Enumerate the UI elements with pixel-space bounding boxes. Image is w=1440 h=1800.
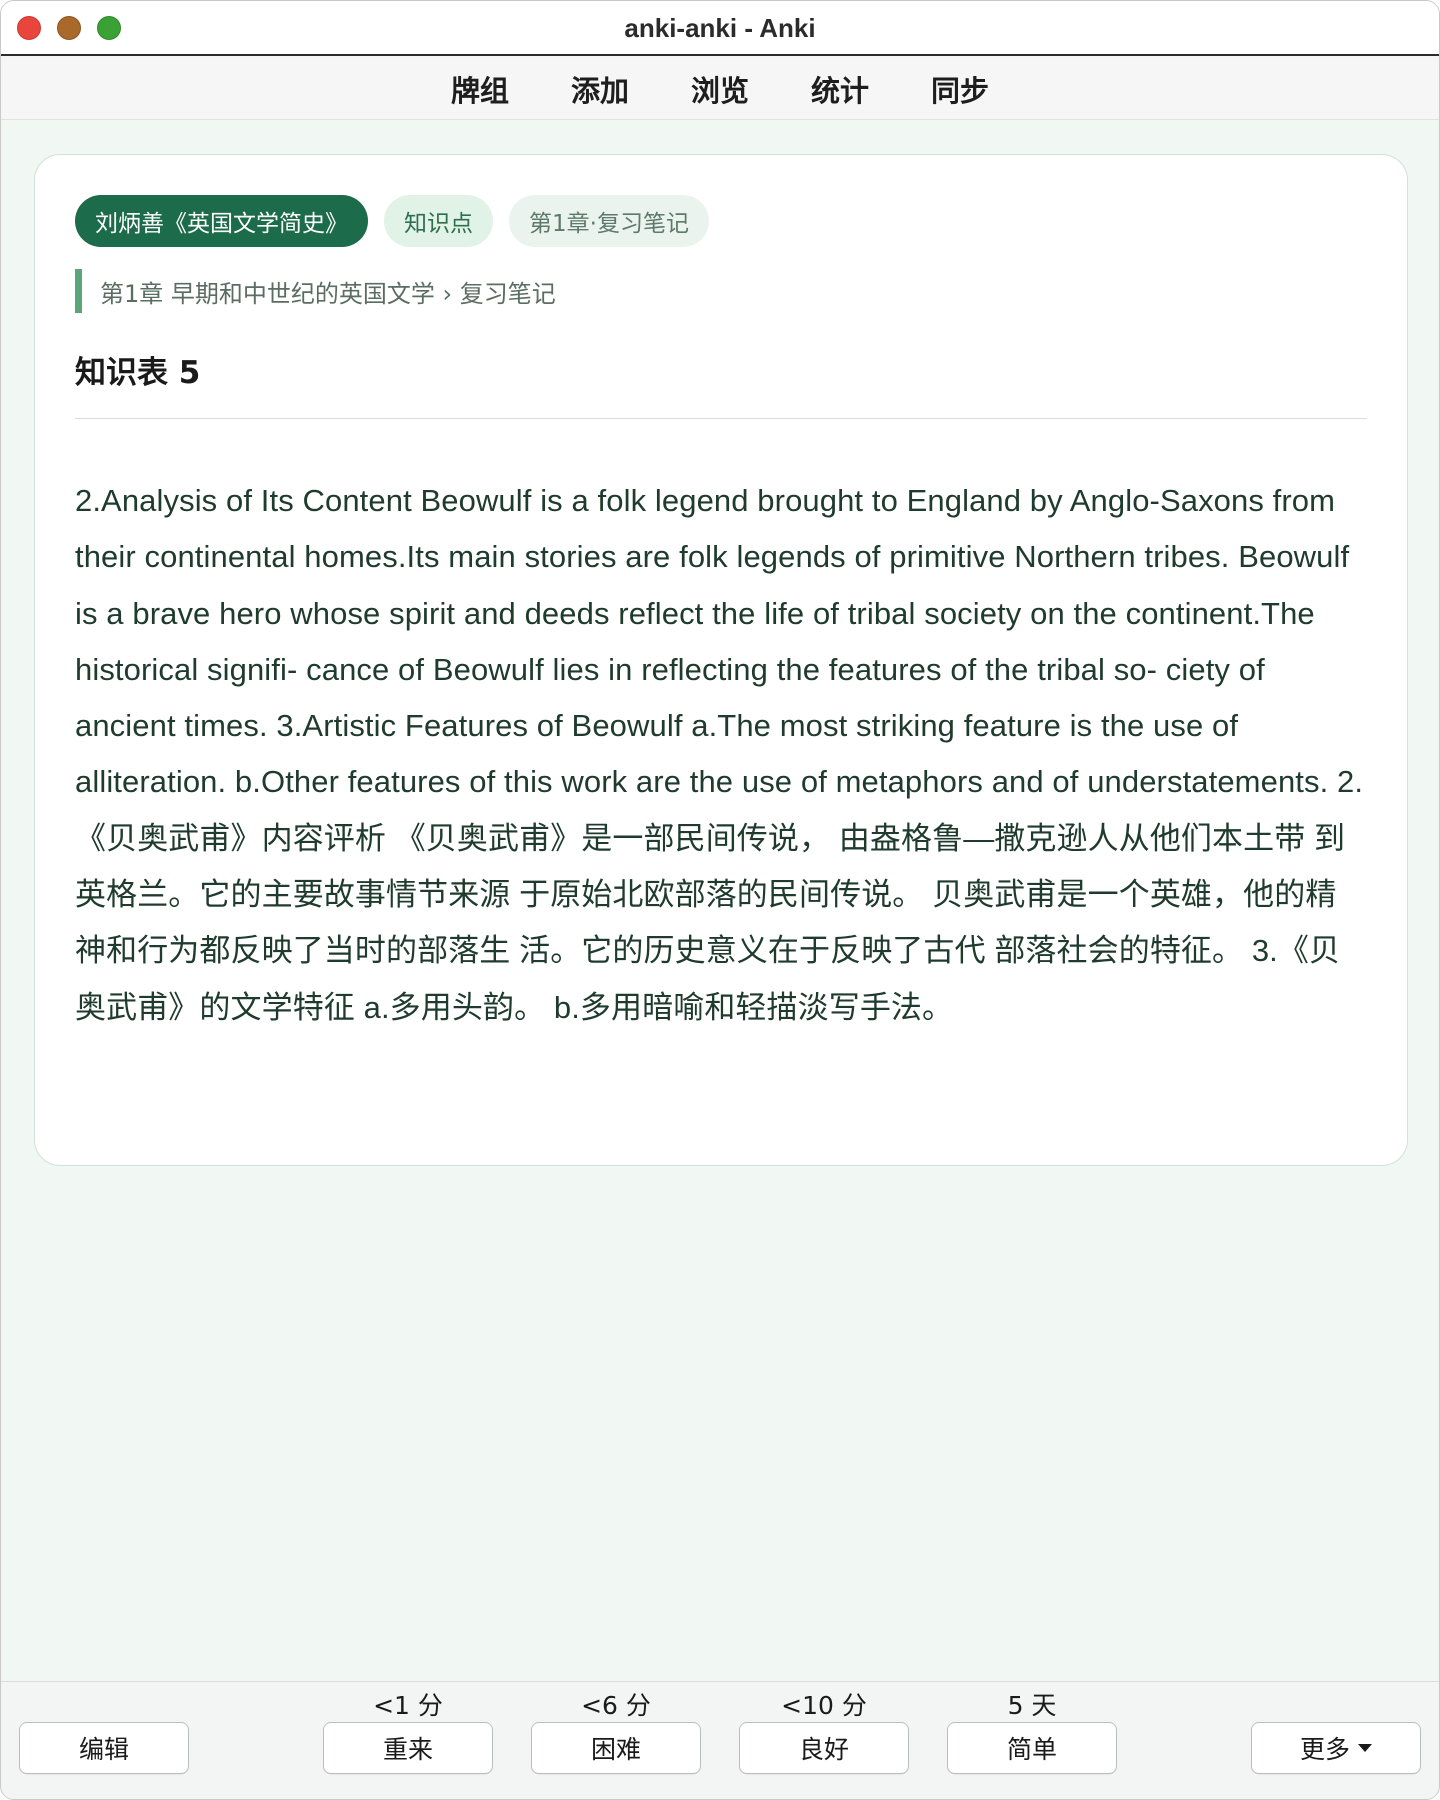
- interval-hard: <6 分: [581, 1691, 651, 1720]
- tag-book: 刘炳善《英国文学简史》: [75, 195, 368, 247]
- toolbar-decks[interactable]: 牌组: [449, 68, 511, 110]
- easy-button[interactable]: 简单: [947, 1722, 1117, 1774]
- main-toolbar: 牌组 添加 浏览 统计 同步: [1, 58, 1439, 120]
- hard-button[interactable]: 困难: [531, 1722, 701, 1774]
- toolbar-stats[interactable]: 统计: [809, 68, 871, 110]
- tag-chapter: 第1章·复习笔记: [509, 195, 709, 247]
- card-title: 知识表 5: [75, 355, 201, 391]
- toolbar-sync[interactable]: 同步: [929, 68, 991, 110]
- caret-down-icon: [1358, 1744, 1372, 1752]
- card-tags: 刘炳善《英国文学简史》 知识点 第1章·复习笔记: [75, 195, 709, 247]
- card-body-text: 2.Analysis of Its Content Beowulf is a f…: [75, 483, 1364, 1025]
- breadcrumb: 第1章 早期和中世纪的英国文学 › 复习笔记: [75, 269, 556, 313]
- interval-again: <1 分: [373, 1691, 443, 1720]
- tag-knowledge-point: 知识点: [384, 195, 493, 247]
- interval-good: <10 分: [781, 1691, 867, 1720]
- answer-bar: 编辑 <1 分 重来 <6 分 困难 <10 分 良好 5 天 简单 更多: [1, 1681, 1439, 1799]
- toolbar-browse[interactable]: 浏览: [689, 68, 751, 110]
- window-title: anki-anki - Anki: [624, 13, 816, 43]
- toolbar-add[interactable]: 添加: [569, 68, 631, 110]
- more-button-label: 更多: [1299, 1735, 1350, 1764]
- good-button[interactable]: 良好: [739, 1722, 909, 1774]
- interval-easy: 5 天: [1007, 1691, 1057, 1720]
- again-button[interactable]: 重来: [323, 1722, 493, 1774]
- more-button[interactable]: 更多: [1251, 1722, 1421, 1774]
- title-bar: anki-anki - Anki: [1, 1, 1439, 56]
- review-card: 刘炳善《英国文学简史》 知识点 第1章·复习笔记 第1章 早期和中世纪的英国文学…: [34, 154, 1408, 1166]
- anki-window: anki-anki - Anki 牌组 添加 浏览 统计 同步 刘炳善《英国文学…: [0, 0, 1440, 1800]
- divider: [75, 418, 1367, 419]
- edit-button[interactable]: 编辑: [19, 1722, 189, 1774]
